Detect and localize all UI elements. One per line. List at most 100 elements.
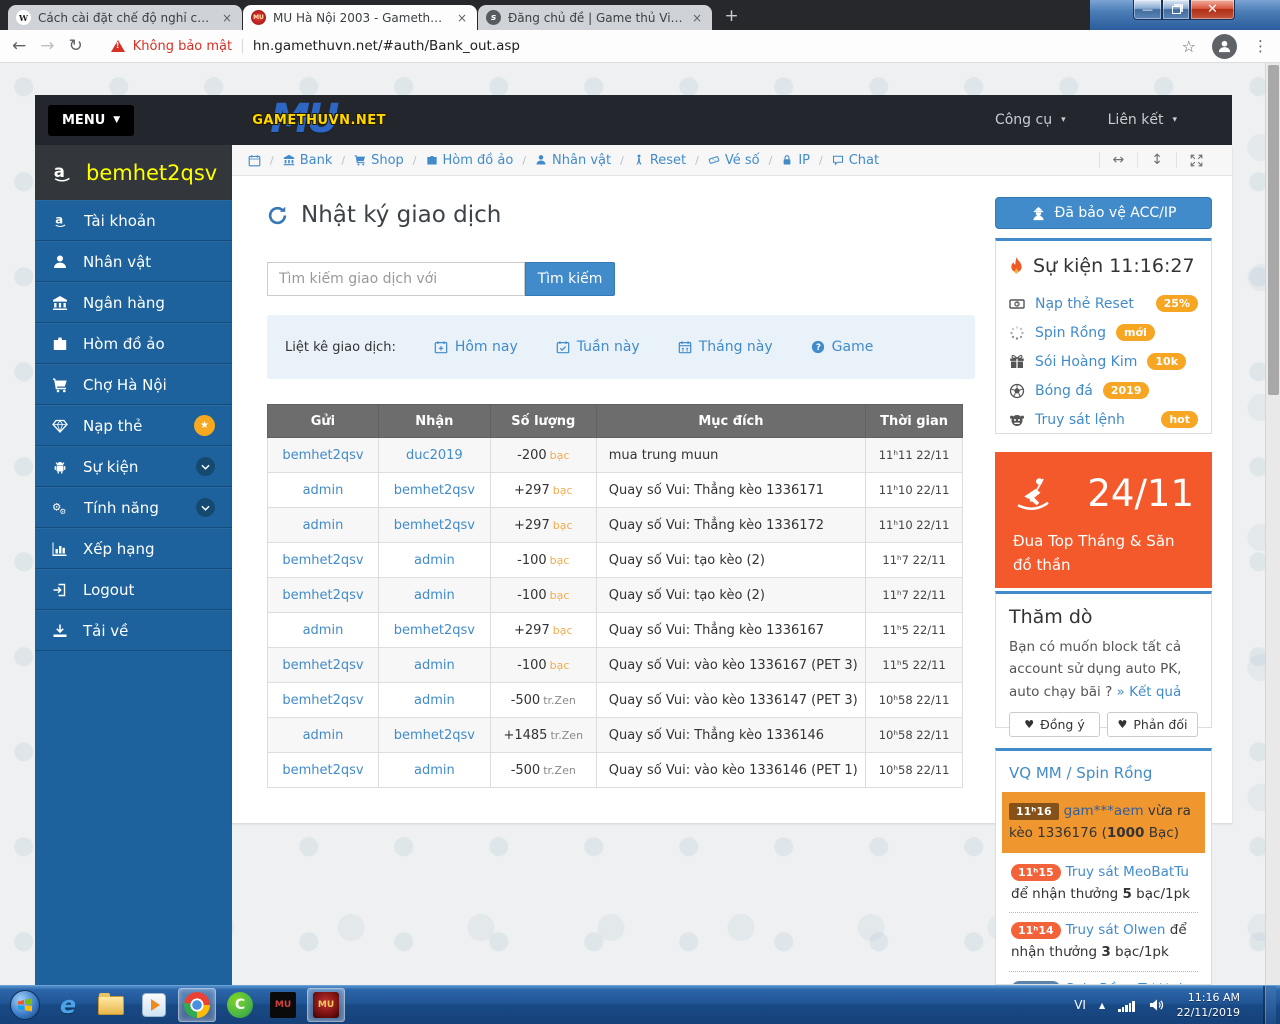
security-warning-icon[interactable] xyxy=(111,40,125,52)
page-scrollbar[interactable] xyxy=(1265,63,1280,985)
receiver-link[interactable]: duc2019 xyxy=(406,448,463,463)
feed-user-link[interactable]: Truy sát MeoBatTu xyxy=(1066,864,1189,880)
sidebar-item-su-kien[interactable]: Sự kiện xyxy=(35,446,232,487)
breadcrumb-shop[interactable]: Shop xyxy=(354,153,404,168)
feed-user-link[interactable]: Truy sát Olwen xyxy=(1066,922,1166,938)
fullscreen-icon[interactable] xyxy=(1176,152,1216,168)
show-desktop-button[interactable] xyxy=(1263,986,1276,1024)
site-logo[interactable]: MU GAMETHUVN.NET xyxy=(252,100,382,140)
receiver-link[interactable]: admin xyxy=(414,553,455,568)
breadcrumb-ip[interactable]: IP xyxy=(781,153,810,168)
event-item-spin-rong[interactable]: Spin Rồng mới xyxy=(1009,318,1198,347)
sidebar-item-nhan-vat[interactable]: Nhân vật xyxy=(35,241,232,282)
filter-this-week[interactable]: Tuần này xyxy=(556,339,640,355)
url-text[interactable]: hn.gamethuvn.net/#auth/Bank_out.asp xyxy=(253,38,520,54)
poll-disagree-button[interactable]: ♥Phản đối xyxy=(1107,712,1198,737)
search-button[interactable]: Tìm kiếm xyxy=(525,262,615,296)
receiver-link[interactable]: bemhet2qsv xyxy=(394,623,475,638)
sender-link[interactable]: bemhet2qsv xyxy=(282,763,363,778)
sidebar-item-ngan-hang[interactable]: Ngân hàng xyxy=(35,282,232,323)
back-button-icon[interactable]: ← xyxy=(12,36,26,56)
reload-button-icon[interactable]: ↻ xyxy=(69,36,83,56)
taskbar-media-player-button[interactable] xyxy=(135,988,173,1022)
browser-tab-3[interactable]: s Đăng chủ đề | Game thủ Việt Nam × xyxy=(478,5,712,30)
forward-button-icon[interactable]: → xyxy=(40,36,54,56)
sender-link[interactable]: admin xyxy=(303,518,344,533)
resize-vertical-icon[interactable]: ↕ xyxy=(1137,152,1176,168)
receiver-link[interactable]: bemhet2qsv xyxy=(394,518,475,533)
event-item-soi-hoang-kim[interactable]: Sói Hoàng Kim 10k xyxy=(1009,347,1198,376)
taskbar-mu-launcher-button[interactable]: MU xyxy=(264,988,302,1022)
breadcrumb-home[interactable] xyxy=(248,154,261,167)
breadcrumb-nhan-vat[interactable]: Nhân vật xyxy=(535,153,611,168)
security-warning-label[interactable]: Không bảo mật xyxy=(133,39,232,54)
search-input[interactable] xyxy=(267,262,525,296)
taskbar-ie-button[interactable]: e xyxy=(49,988,87,1022)
taskbar-explorer-button[interactable] xyxy=(92,988,130,1022)
sender-link[interactable]: bemhet2qsv xyxy=(282,553,363,568)
sender-link[interactable]: bemhet2qsv xyxy=(282,448,363,463)
protect-acc-ip-button[interactable]: Đã bảo vệ ACC/IP xyxy=(995,197,1212,229)
new-tab-button[interactable]: + xyxy=(719,3,744,28)
taskbar-chrome-button[interactable] xyxy=(178,988,216,1022)
receiver-link[interactable]: admin xyxy=(414,763,455,778)
breadcrumb-ve-so[interactable]: Vé số xyxy=(708,153,760,168)
sidebar-item-hom-do-ao[interactable]: Hòm đồ ảo xyxy=(35,323,232,364)
start-button[interactable] xyxy=(6,988,44,1022)
profile-avatar-icon[interactable] xyxy=(1212,34,1237,59)
receiver-link[interactable]: admin xyxy=(414,693,455,708)
receiver-link[interactable]: bemhet2qsv xyxy=(394,728,475,743)
receiver-link[interactable]: admin xyxy=(414,658,455,673)
sender-link[interactable]: bemhet2qsv xyxy=(282,658,363,673)
window-minimize-button[interactable]: — xyxy=(1133,0,1162,20)
filter-today[interactable]: Hôm nay xyxy=(434,339,518,355)
breadcrumb-bank[interactable]: Bank xyxy=(283,153,333,168)
sender-link[interactable]: admin xyxy=(303,728,344,743)
taskbar-coccoc-button[interactable]: C xyxy=(221,988,259,1022)
sidebar-item-logout[interactable]: Logout xyxy=(35,569,232,610)
scrollbar-thumb[interactable] xyxy=(1268,65,1279,395)
sender-link[interactable]: bemhet2qsv xyxy=(282,588,363,603)
refresh-icon[interactable] xyxy=(267,205,288,226)
tab-close-icon[interactable]: × xyxy=(220,11,234,25)
address-bar[interactable]: Không bảo mật | hn.gamethuvn.net/#auth/B… xyxy=(97,32,1168,60)
receiver-link[interactable]: bemhet2qsv xyxy=(394,483,475,498)
resize-horizontal-icon[interactable]: ↔ xyxy=(1099,152,1138,168)
tab-close-icon[interactable]: × xyxy=(690,11,704,25)
sidebar-item-tai-khoan[interactable]: a Tài khoản xyxy=(35,200,232,241)
sidebar-item-tai-ve[interactable]: Tải về xyxy=(35,610,232,651)
receiver-link[interactable]: admin xyxy=(414,588,455,603)
event-item-truy-sat-lenh[interactable]: Truy sát lệnh hot xyxy=(1009,405,1198,434)
event-item-bong-da[interactable]: Bóng đá 2019 xyxy=(1009,376,1198,405)
sender-link[interactable]: admin xyxy=(303,623,344,638)
poll-agree-button[interactable]: ♥Đồng ý xyxy=(1009,712,1100,737)
bookmark-star-icon[interactable]: ☆ xyxy=(1182,37,1196,56)
links-dropdown[interactable]: Liên kết▾ xyxy=(1108,112,1177,128)
browser-tab-2-active[interactable]: MU MU Hà Nội 2003 - GamethuVN.n × xyxy=(243,5,477,30)
menu-button[interactable]: MENU▼ xyxy=(48,105,134,136)
feed-user-link[interactable]: gam***aem xyxy=(1064,803,1144,819)
taskbar-clock[interactable]: 11:16 AM 22/11/2019 xyxy=(1177,990,1240,1021)
event-item-nap-the-reset[interactable]: 1 Nạp thẻ Reset 25% xyxy=(1009,289,1198,318)
filter-game[interactable]: ?Game xyxy=(811,339,874,355)
window-maximize-button[interactable] xyxy=(1162,0,1190,20)
sender-link[interactable]: admin xyxy=(303,483,344,498)
speaker-icon[interactable] xyxy=(1148,997,1164,1013)
promo-banner[interactable]: 24/11 Đua Top Tháng & Săn đồ thần xyxy=(995,452,1212,588)
feed-title-link[interactable]: VQ MM / Spin Rồng xyxy=(1009,764,1198,782)
sidebar-item-tinh-nang[interactable]: ⚙⚙ Tính năng xyxy=(35,487,232,528)
tray-expand-icon[interactable]: ▲ xyxy=(1099,1001,1105,1010)
language-indicator[interactable]: VI xyxy=(1074,998,1086,1012)
window-close-button[interactable]: ✕ xyxy=(1190,0,1235,20)
tools-dropdown[interactable]: Công cụ▾ xyxy=(995,112,1066,128)
taskbar-mu-game-button[interactable]: MU xyxy=(307,988,345,1022)
poll-results-link[interactable]: » Kết quả xyxy=(1117,684,1182,700)
network-signal-icon[interactable] xyxy=(1118,999,1135,1012)
filter-this-month[interactable]: Tháng này xyxy=(678,339,773,355)
sidebar-item-nap-the[interactable]: Nạp thẻ ★ xyxy=(35,405,232,446)
browser-menu-icon[interactable]: ⋮ xyxy=(1253,37,1268,55)
tab-close-icon[interactable]: × xyxy=(455,11,469,25)
breadcrumb-chat[interactable]: Chat xyxy=(832,153,879,168)
browser-tab-1[interactable]: W Cách cài đặt chế độ nghỉ cho má × xyxy=(8,5,242,30)
sender-link[interactable]: bemhet2qsv xyxy=(282,693,363,708)
